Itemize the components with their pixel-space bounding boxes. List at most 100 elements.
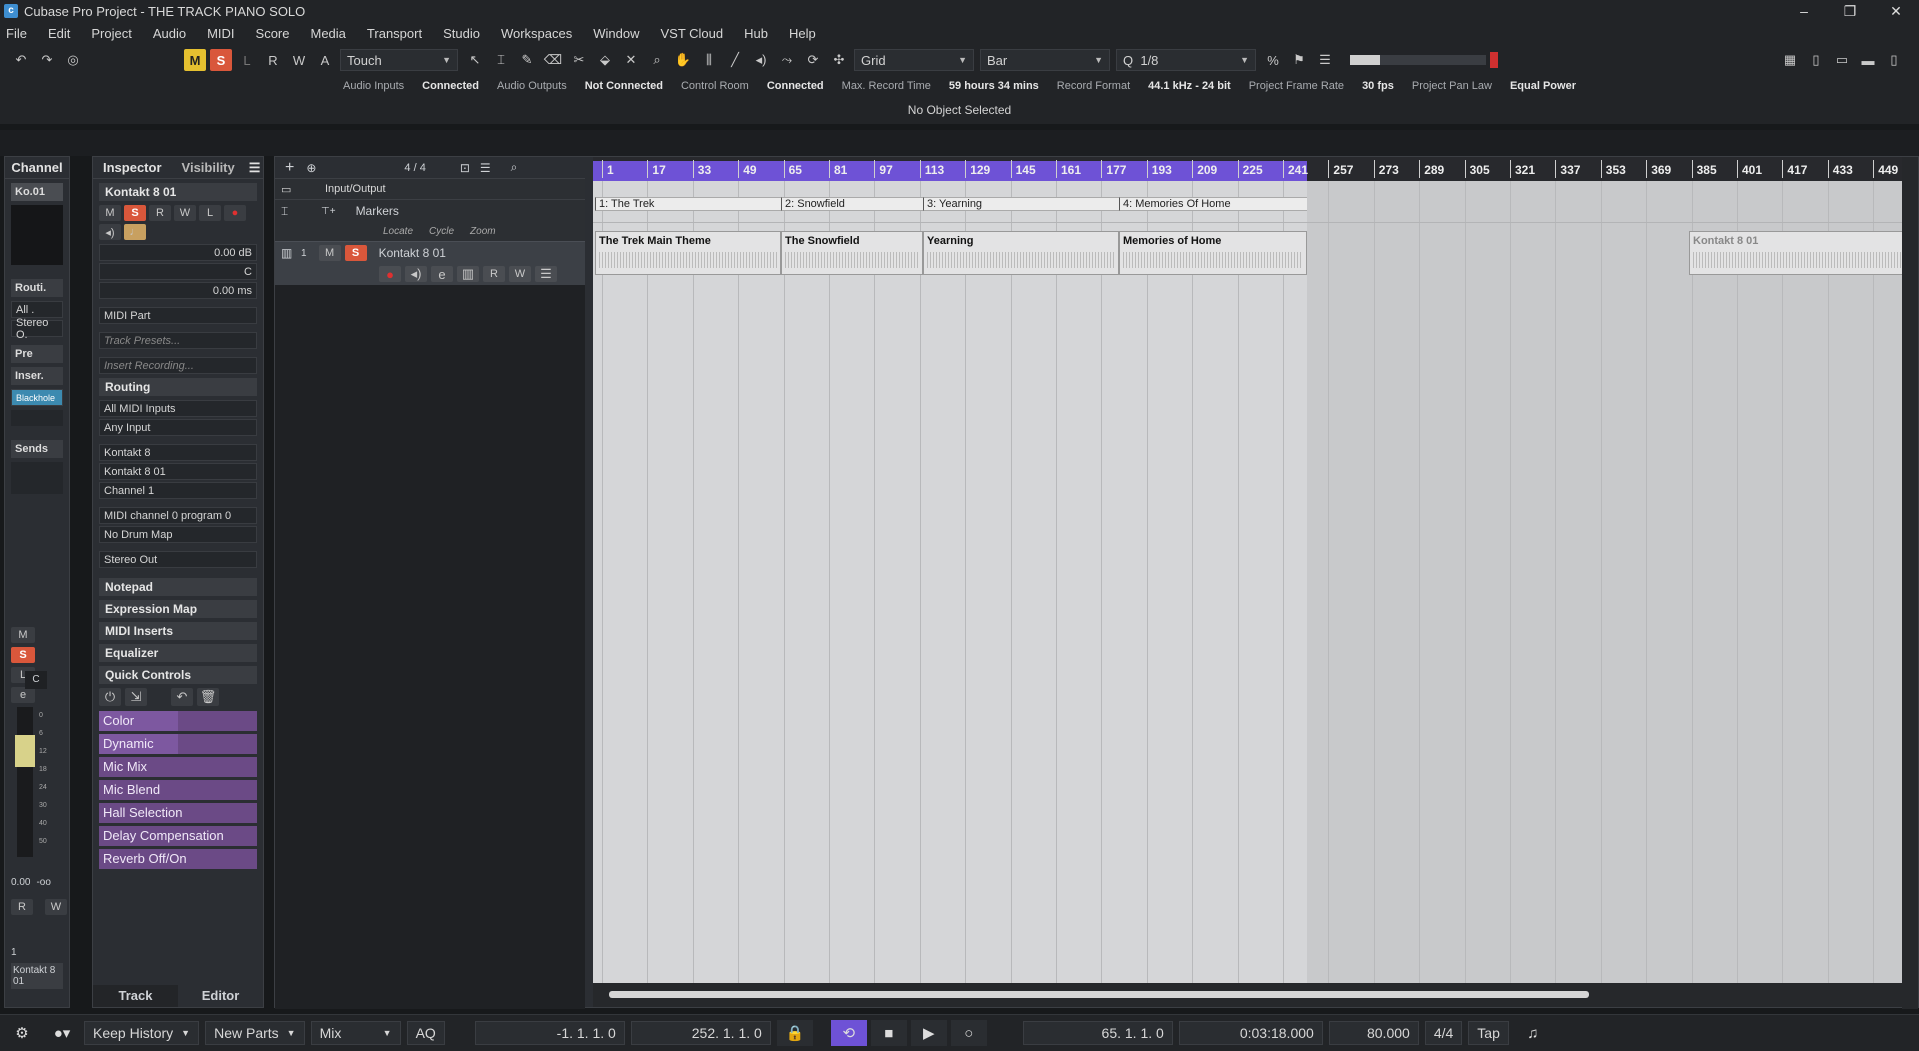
left-zone-2-icon[interactable]: ▭ [1831,49,1853,71]
menu-hub[interactable]: Hub [744,26,768,41]
qc-reverb[interactable]: Reverb Off/On [99,849,257,869]
monitor-icon[interactable]: ◂) [99,224,121,240]
position-display[interactable]: 65. 1. 1. 0 [1022,1021,1173,1045]
channel-edit-icon[interactable]: e [11,687,35,703]
play-tool-icon[interactable]: ◂) [750,49,772,71]
quantize-apply-icon[interactable]: ⚑ [1288,49,1310,71]
record-enable-icon[interactable]: ● [379,266,401,282]
qc-dynamic[interactable]: Dynamic [99,734,257,754]
drum-map-dropdown[interactable]: No Drum Map [99,526,257,543]
horizontal-scrollbar[interactable] [593,983,1909,1007]
inspector-lock-button[interactable]: L [199,205,221,221]
tab-track[interactable]: Track [93,985,178,1007]
qc-color[interactable]: Color [99,711,257,731]
global-listen-button[interactable]: L [236,49,258,71]
track-view-icon[interactable]: ☰ [480,161,491,175]
track-settings-icon[interactable]: ☰ [535,266,557,282]
menu-midi[interactable]: MIDI [207,26,234,41]
lower-zone-icon[interactable]: ▬ [1857,49,1879,71]
keep-history-dropdown[interactable]: Keep History ▼ [84,1021,200,1045]
comp-tool-icon[interactable]: ⫼ [698,49,720,71]
menu-vst-cloud[interactable]: VST Cloud [661,26,724,41]
channel-mute-button[interactable]: M [11,627,35,643]
global-mute-button[interactable]: M [184,49,206,71]
track-mute-button[interactable]: M [318,245,341,261]
undo-icon[interactable]: ↶ [10,49,32,71]
time-display[interactable]: 0:03:18.000 [1178,1021,1323,1045]
metronome-icon[interactable]: ♫ [1515,1020,1551,1046]
settings-icon[interactable]: ⚙ [4,1020,40,1046]
line-tool-icon[interactable]: ╱ [724,49,746,71]
time-base-icon[interactable]: ♩ [124,224,146,240]
channel-pan[interactable]: C [25,671,47,689]
instrument-track[interactable]: ▥ 1 M S Kontakt 8 01 ● ◂) e ▥ R W ☰ [275,241,585,285]
marker-track[interactable]: ⌶ ⊤+ Markers Locate Cycle Zoom [275,199,585,241]
instrument-dropdown[interactable]: Kontakt 8 [99,444,257,461]
play-button[interactable]: ▶ [910,1020,947,1046]
inspector-solo-button[interactable]: S [124,205,146,221]
midi-part[interactable]: Memories of Home [1119,231,1307,275]
channel-routing[interactable]: Routi. [11,279,63,297]
control-room-label[interactable]: Control Room [672,80,758,92]
trash-icon[interactable]: 🗑 [197,688,219,706]
locate-dropdown[interactable]: Locate [383,226,413,237]
right-zone-icon[interactable]: ▯ [1883,49,1905,71]
snap-toggle-icon[interactable]: ✣ [828,49,850,71]
minimize-button[interactable]: – [1781,3,1827,20]
add-track-icon[interactable]: + [285,159,294,177]
global-read-button[interactable]: R [262,49,284,71]
menu-audio[interactable]: Audio [153,26,186,41]
stop-button[interactable]: ■ [870,1020,907,1046]
program-dropdown[interactable]: MIDI channel 0 program 0 [99,507,257,524]
cycle-button[interactable]: ⟲ [830,1020,867,1046]
track-solo-button[interactable]: S [344,245,367,261]
menu-score[interactable]: Score [256,26,290,41]
grid-type-dropdown[interactable]: Bar ▼ [980,49,1110,71]
global-write-button[interactable]: W [288,49,310,71]
new-parts-dropdown[interactable]: New Parts ▼ [205,1021,305,1045]
max-record-time-label[interactable]: Max. Record Time [833,80,940,92]
quantize-panel-icon[interactable]: ☰ [1314,49,1336,71]
undo-qc-icon[interactable]: ↶ [171,688,193,706]
audio-inputs-label[interactable]: Audio Inputs [334,80,413,92]
add-marker-icon[interactable]: ⊤+ [321,206,336,217]
range-select-icon[interactable]: ⌶ [490,49,512,71]
event-display[interactable]: 1: The Trek 2: Snowfield 3: Yearning 4: … [593,181,1909,985]
menu-project[interactable]: Project [91,26,131,41]
qc-delay-compensation[interactable]: Delay Compensation [99,826,257,846]
routing-section[interactable]: Routing [99,378,257,396]
midi-input-dropdown[interactable]: All MIDI Inputs [99,400,257,417]
channel-sends[interactable]: Sends [11,440,63,458]
channel-tab[interactable]: Channel [5,157,69,179]
qc-hall-selection[interactable]: Hall Selection [99,803,257,823]
channel-write-button[interactable]: W [45,899,67,915]
midi-inserts-section[interactable]: MIDI Inserts [99,622,257,640]
insert-recording-dropdown[interactable]: Insert Recording... [99,357,257,374]
inspector-write-button[interactable]: W [174,205,196,221]
channel-pre[interactable]: Pre [11,345,63,363]
tab-visibility[interactable]: Visibility [172,157,245,178]
frame-rate-label[interactable]: Project Frame Rate [1240,80,1353,92]
record-format-label[interactable]: Record Format [1048,80,1139,92]
channel-output[interactable]: Stereo O. [11,317,63,341]
part-type-dropdown[interactable]: MIDI Part [99,307,257,324]
midi-channel-dropdown[interactable]: Channel 1 [99,482,257,499]
zoom-dropdown[interactable]: Zoom [470,226,496,237]
tap-button[interactable]: Tap [1468,1021,1509,1045]
midi-part[interactable]: Kontakt 8 01 [1689,231,1909,275]
menu-studio[interactable]: Studio [443,26,480,41]
vertical-scrollbar[interactable] [1902,157,1918,1009]
channel-solo-button[interactable]: S [11,647,35,663]
lock-icon[interactable]: 🔒 [776,1020,813,1046]
channel-inserts[interactable]: Inser. [11,367,63,385]
qc-mic-mix[interactable]: Mic Mix [99,757,257,777]
equalizer-section[interactable]: Equalizer [99,644,257,662]
output-dropdown[interactable]: Stereo Out [99,551,257,568]
qc-mic-blend[interactable]: Mic Blend [99,780,257,800]
channel-input[interactable]: All . [11,301,63,318]
marker-2[interactable]: 2: Snowfield [781,197,923,211]
glue-icon[interactable]: ⬙ [594,49,616,71]
channel-read-button[interactable]: R [11,899,33,915]
aq-button[interactable]: AQ [406,1021,445,1045]
inspector-track-name[interactable]: Kontakt 8 01 [99,183,257,201]
